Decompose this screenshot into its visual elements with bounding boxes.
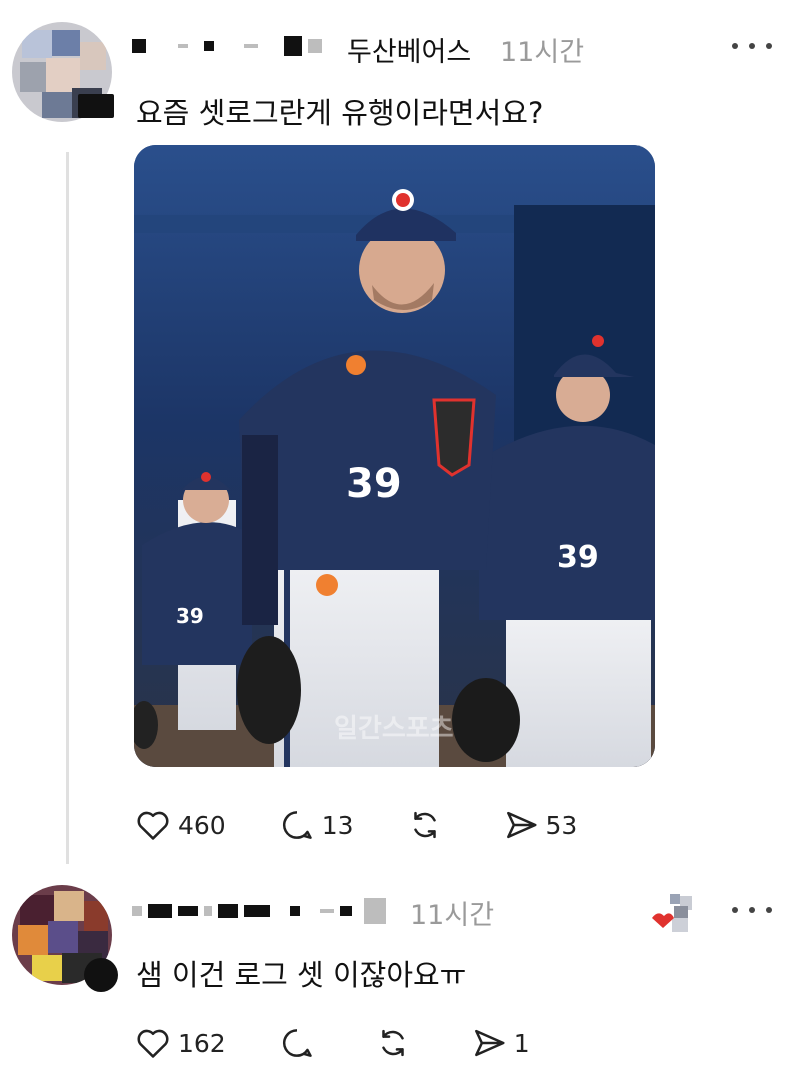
- repost-button[interactable]: [374, 1024, 418, 1062]
- author-name-blurred[interactable]: [132, 36, 322, 56]
- repost-icon: [381, 1029, 404, 1057]
- post-action-bar: 460 13 53: [134, 806, 629, 844]
- more-icon[interactable]: [732, 36, 772, 56]
- svg-text:39: 39: [346, 461, 402, 507]
- like-button[interactable]: 162: [134, 1024, 226, 1062]
- heart-icon: [137, 811, 169, 840]
- thread-line: [66, 152, 69, 864]
- comment-icon: [282, 1029, 312, 1057]
- author-name-blurred[interactable]: [132, 898, 386, 924]
- share-icon: [474, 1029, 505, 1057]
- repost-icon: [413, 811, 436, 839]
- post-timestamp[interactable]: 11시간: [500, 30, 584, 69]
- avatar-badge: [78, 94, 114, 118]
- baseball-players-photo: 39 39 39 일간스포츠: [134, 145, 655, 767]
- reply-button[interactable]: 13: [278, 806, 354, 844]
- reply-timestamp[interactable]: 11시간: [410, 893, 494, 932]
- like-count: 460: [178, 810, 226, 840]
- share-button[interactable]: 53: [502, 806, 578, 844]
- share-button[interactable]: 1: [470, 1024, 530, 1062]
- comment-icon: [282, 811, 312, 839]
- author-handle[interactable]: 두산베어스: [347, 30, 471, 69]
- heart-icon: [137, 1029, 169, 1058]
- share-count: 1: [513, 1028, 530, 1058]
- watermark: 일간스포츠: [334, 714, 454, 744]
- post-text: 요즘 셋로그란게 유행이라면서요?: [136, 96, 544, 130]
- like-count: 162: [178, 1028, 226, 1058]
- avatar-badge: [84, 958, 118, 992]
- svg-text:39: 39: [176, 604, 204, 628]
- post-image[interactable]: 39 39 39 일간스포츠: [134, 145, 655, 767]
- reply-count: 13: [321, 810, 354, 840]
- reply-text: 샘 이건 로그 셋 이잖아요ㅠ: [136, 958, 467, 992]
- reply-button[interactable]: [278, 1024, 322, 1062]
- share-icon: [506, 811, 537, 839]
- reply-action-bar: 162 1: [134, 1024, 582, 1062]
- reaction-sticker: [650, 892, 698, 934]
- more-icon[interactable]: [732, 900, 772, 920]
- svg-text:39: 39: [557, 540, 599, 575]
- share-count: 53: [545, 810, 578, 840]
- like-button[interactable]: 460: [134, 806, 226, 844]
- repost-button[interactable]: [406, 806, 450, 844]
